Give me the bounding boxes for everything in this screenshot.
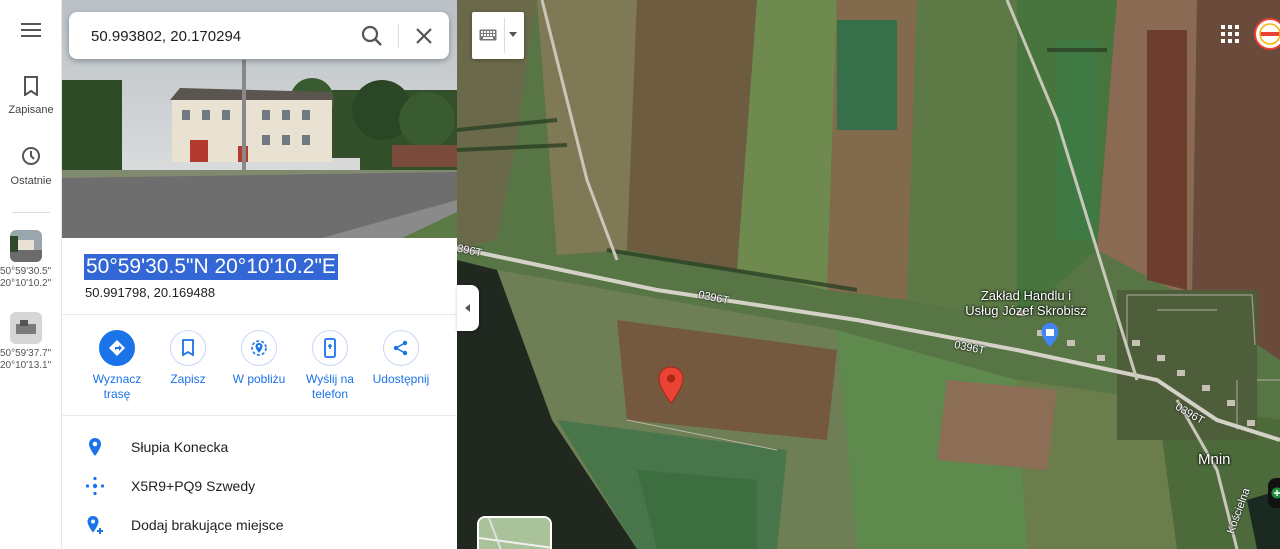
google-apps-button[interactable] [1220,24,1240,44]
history-coord-1-lat: 50°59'30.5" [0,266,52,277]
poi-label-line1: Zakład Handlu i [980,288,1072,303]
nearby-icon [241,330,277,366]
village-label: Mnin [1198,451,1231,468]
street-photo-thumbnail-icon [10,312,42,344]
saved-button[interactable]: Zapisane [0,76,62,116]
send-to-phone-label: Wyślij na telefon [306,372,354,401]
add-place-icon [87,516,103,534]
street-photo-thumbnail-icon [10,230,42,262]
apps-grid-icon [1221,25,1239,43]
keyboard-icon [479,29,497,41]
map-layer-preview-icon [479,518,550,549]
history-thumbnail-2[interactable] [10,312,42,344]
menu-button[interactable] [0,22,62,43]
directions-button[interactable]: Wyznacz trasę [81,330,153,402]
share-label: Udostępnij [372,372,430,386]
plus-code-text: X5R9+PQ9 Szwedy [131,478,256,494]
poi-label[interactable]: Zakład Handlu i Usług Józef Skrobisz [946,288,1106,318]
history-coord-2-lng: 20°10'13.1" [0,360,52,371]
plus-code-row[interactable]: X5R9+PQ9 Szwedy [62,467,457,505]
search-input[interactable] [91,25,351,47]
hamburger-menu-icon [21,23,41,37]
send-to-phone-button[interactable]: Wyślij na telefon [294,330,366,402]
history-thumbnail-1[interactable] [10,230,42,262]
clear-search-button[interactable] [411,23,437,49]
history-coord-2[interactable]: 50°59'37.7" 20°10'13.1" [0,348,62,372]
save-button[interactable]: Zapisz [152,330,224,387]
search-box [69,12,449,59]
divider [62,314,457,315]
input-tools-button[interactable] [472,12,524,59]
bookmark-icon [24,76,38,97]
kbd-divider [504,18,505,53]
layers-thumbnail[interactable] [477,516,552,549]
location-pin-marker[interactable] [657,366,685,409]
nearby-label: W pobliżu [232,372,286,386]
nearby-button[interactable]: W pobliżu [223,330,295,387]
history-coord-1[interactable]: 50°59'30.5" 20°10'10.2" [0,266,62,290]
share-button[interactable]: Udostępnij [365,330,437,387]
save-label: Zapisz [170,372,206,386]
recent-label: Ostatnie [10,175,52,187]
history-coord-1-lng: 20°10'10.2" [0,278,52,289]
history-icon [22,147,40,165]
left-rail: Zapisane Ostatnie 50°59'30.5" 20°10'10.2… [0,0,62,549]
rail-divider [12,212,50,213]
directions-label: Wyznacz trasę [92,372,142,401]
plus-code-icon [85,476,105,496]
add-place-row[interactable]: Dodaj brakujące miejsce [62,506,457,544]
caret-down-icon [509,32,517,37]
recent-button[interactable]: Ostatnie [0,145,62,187]
add-place-text: Dodaj brakujące miejsce [131,517,284,533]
search-button[interactable] [359,23,385,49]
poi-marker[interactable] [1040,322,1060,353]
account-avatar[interactable] [1254,18,1280,50]
saved-label: Zapisane [8,104,54,116]
location-pin-icon [89,438,101,456]
share-icon [383,330,419,366]
shopping-bag-pin-icon [1041,323,1059,347]
place-panel: 50°59'30.5"N 20°10'10.2"E 50.991798, 20.… [62,0,457,549]
send-to-phone-icon [312,330,348,366]
side-widget-button[interactable] [1268,478,1280,508]
plus-icon [1271,487,1280,499]
address-row[interactable]: Słupia Konecka [62,428,457,466]
chevron-left-icon [465,304,470,312]
history-coord-2-lat: 50°59'37.7" [0,348,52,359]
divider [62,415,457,416]
bookmark-icon [170,330,206,366]
address-text: Słupia Konecka [131,439,229,455]
collapse-panel-button[interactable] [457,285,479,331]
close-icon [416,28,432,44]
satellite-imagery [457,0,1280,549]
avatar-logo-icon [1257,21,1280,47]
poi-label-line2: Usług Józef Skrobisz [965,303,1087,318]
search-divider [398,24,399,48]
search-icon [361,25,382,46]
place-title-dms: 50°59'30.5"N 20°10'10.2"E [84,254,338,280]
directions-icon [99,330,135,366]
satellite-map[interactable]: Zakład Handlu i Usług Józef Skrobisz Mni… [457,0,1280,549]
red-pin-icon [658,366,684,404]
place-decimal-coords: 50.991798, 20.169488 [85,285,216,300]
